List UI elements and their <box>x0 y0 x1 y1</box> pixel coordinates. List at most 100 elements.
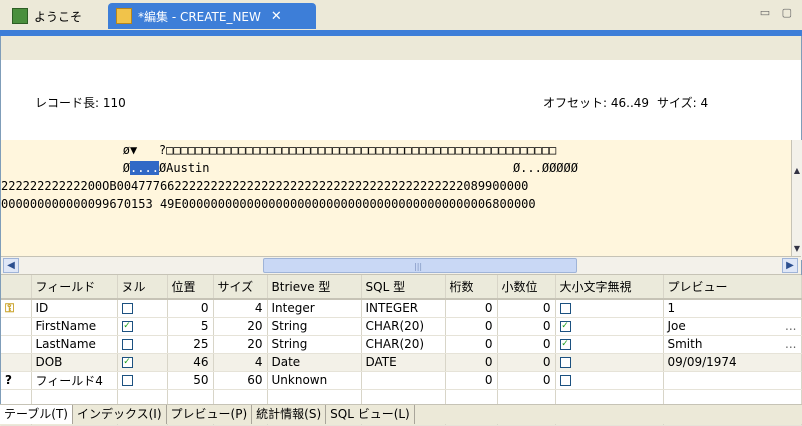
tab-preview[interactable]: プレビュー(P) <box>167 405 253 424</box>
null-cell[interactable] <box>117 371 168 390</box>
field-name-cell[interactable]: FirstName <box>31 317 118 336</box>
digits-cell[interactable]: 0 <box>445 299 498 318</box>
null-checkbox[interactable] <box>121 303 133 315</box>
table-row[interactable]: FirstName ✓ 5 20 String CHAR(20) 0 0 ✓ Joe... <box>1 317 802 336</box>
digits-cell[interactable]: 0 <box>445 371 498 390</box>
preview-more-button[interactable]: ... <box>785 319 796 333</box>
btrieve-type-cell[interactable]: String <box>267 335 362 354</box>
position-cell[interactable]: 25 <box>167 335 214 354</box>
column-header-digits[interactable]: 桁数 <box>445 275 498 300</box>
null-cell[interactable]: ✓ <box>117 317 168 336</box>
case-insensitive-checkbox[interactable] <box>559 303 571 315</box>
scroll-down-icon[interactable]: ▼ <box>792 244 802 254</box>
case-insensitive-cell[interactable]: ✓ <box>555 335 664 354</box>
scroll-up-icon[interactable]: ▲ <box>792 166 802 176</box>
field-name-cell[interactable]: LastName <box>31 335 118 354</box>
tab-statistics[interactable]: 統計情報(S) <box>252 405 327 424</box>
hex-selection[interactable]: .... <box>130 161 159 175</box>
column-header-decimals[interactable]: 小数位 <box>497 275 556 300</box>
unknown-field-icon: ? <box>5 373 12 387</box>
case-insensitive-cell[interactable] <box>555 371 664 390</box>
hex-vertical-scrollbar[interactable]: ▲ ▼ <box>791 140 802 260</box>
null-checkbox[interactable] <box>121 339 133 350</box>
hex-ascii-post: ØAustin Ø...ØØØØØ <box>158 161 578 175</box>
sql-type-cell[interactable]: INTEGER <box>361 299 446 318</box>
column-header-btrieve-type[interactable]: Btrieve 型 <box>267 275 362 300</box>
row-marker <box>1 317 32 336</box>
digits-cell[interactable]: 0 <box>445 317 498 336</box>
preview-more-button[interactable]: ... <box>785 337 796 351</box>
sql-type-cell[interactable]: DATE <box>361 353 446 372</box>
window-controls[interactable]: ▭ ▢ <box>760 6 796 19</box>
decimals-cell[interactable]: 0 <box>497 299 556 318</box>
decimals-cell[interactable]: 0 <box>497 371 556 390</box>
case-insensitive-checkbox[interactable]: ✓ <box>559 339 571 350</box>
field-name-cell[interactable]: ID <box>31 299 118 318</box>
null-checkbox[interactable]: ✓ <box>121 357 133 368</box>
preview-cell[interactable]: Joe... <box>663 317 802 336</box>
null-cell[interactable]: ✓ <box>117 353 168 372</box>
null-checkbox[interactable] <box>121 375 133 386</box>
table-row[interactable]: ⚿ ID 0 4 Integer INTEGER 0 0 1 <box>1 299 802 318</box>
btrieve-type-cell[interactable]: String <box>267 317 362 336</box>
size-cell[interactable]: 20 <box>213 317 268 336</box>
table-row[interactable]: LastName 25 20 String CHAR(20) 0 0 ✓ Smith... <box>1 335 802 354</box>
column-header-preview[interactable]: プレビュー <box>663 275 802 300</box>
case-insensitive-checkbox[interactable] <box>559 375 571 386</box>
preview-cell[interactable] <box>663 371 802 390</box>
case-insensitive-cell[interactable]: ✓ <box>555 317 664 336</box>
scroll-thumb[interactable]: ||| <box>263 258 577 273</box>
field-name-cell[interactable]: DOB <box>31 353 118 372</box>
column-header-position[interactable]: 位置 <box>167 275 214 300</box>
decimals-cell[interactable]: 0 <box>497 353 556 372</box>
position-cell[interactable]: 0 <box>167 299 214 318</box>
btrieve-type-cell[interactable]: Unknown <box>267 371 362 390</box>
size-cell[interactable]: 4 <box>213 299 268 318</box>
preview-cell[interactable]: Smith... <box>663 335 802 354</box>
tab-sql-view[interactable]: SQL ビュー(L) <box>326 405 415 424</box>
btrieve-type-cell[interactable]: Date <box>267 353 362 372</box>
preview-cell[interactable]: 09/09/1974 <box>663 353 802 372</box>
column-header[interactable] <box>1 275 32 300</box>
close-icon[interactable]: ✕ <box>271 9 282 24</box>
table-row[interactable]: DOB ✓ 46 4 Date DATE 0 0 09/09/1974 <box>1 353 802 372</box>
sql-type-cell[interactable]: CHAR(20) <box>361 317 446 336</box>
column-header-size[interactable]: サイズ <box>213 275 268 300</box>
tab-edit-create-new[interactable]: *編集 - CREATE_NEW ✕ <box>108 3 316 29</box>
table-row[interactable]: ? フィールド4 50 60 Unknown 0 0 <box>1 371 802 390</box>
column-header-null[interactable]: ヌル <box>117 275 168 300</box>
size-cell[interactable]: 4 <box>213 353 268 372</box>
tab-index[interactable]: インデックス(I) <box>73 405 167 424</box>
size-cell[interactable]: 60 <box>213 371 268 390</box>
column-header-sql-type[interactable]: SQL 型 <box>361 275 446 300</box>
position-cell[interactable]: 50 <box>167 371 214 390</box>
position-cell[interactable]: 5 <box>167 317 214 336</box>
hex-view[interactable]: ø▼ ?□□□□□□□□□□□□□□□□□□□□□□□□□□□□□□□□□□□□… <box>1 140 791 256</box>
column-header-field[interactable]: フィールド <box>31 275 118 300</box>
null-checkbox[interactable]: ✓ <box>121 321 133 332</box>
tab-table[interactable]: テーブル(T) <box>0 405 73 424</box>
horizontal-scrollbar[interactable]: ◀ ||| ▶ <box>1 256 801 275</box>
tab-welcome[interactable]: ようこそ <box>4 3 94 29</box>
digits-cell[interactable]: 0 <box>445 335 498 354</box>
preview-value: 09/09/1974 <box>667 355 737 369</box>
scroll-right-icon[interactable]: ▶ <box>782 258 798 273</box>
scroll-left-icon[interactable]: ◀ <box>3 258 19 273</box>
case-insensitive-cell[interactable] <box>555 299 664 318</box>
column-header-case-insensitive[interactable]: 大小文字無視 <box>555 275 664 300</box>
case-insensitive-cell[interactable] <box>555 353 664 372</box>
position-cell[interactable]: 46 <box>167 353 214 372</box>
null-cell[interactable] <box>117 299 168 318</box>
decimals-cell[interactable]: 0 <box>497 335 556 354</box>
case-insensitive-checkbox[interactable]: ✓ <box>559 321 571 332</box>
size-cell[interactable]: 20 <box>213 335 268 354</box>
decimals-cell[interactable]: 0 <box>497 317 556 336</box>
preview-cell[interactable]: 1 <box>663 299 802 318</box>
sql-type-cell[interactable]: CHAR(20) <box>361 335 446 354</box>
sql-type-cell[interactable] <box>361 371 446 390</box>
digits-cell[interactable]: 0 <box>445 353 498 372</box>
null-cell[interactable] <box>117 335 168 354</box>
case-insensitive-checkbox[interactable] <box>559 357 571 368</box>
btrieve-type-cell[interactable]: Integer <box>267 299 362 318</box>
field-name-cell[interactable]: フィールド4 <box>31 371 118 390</box>
